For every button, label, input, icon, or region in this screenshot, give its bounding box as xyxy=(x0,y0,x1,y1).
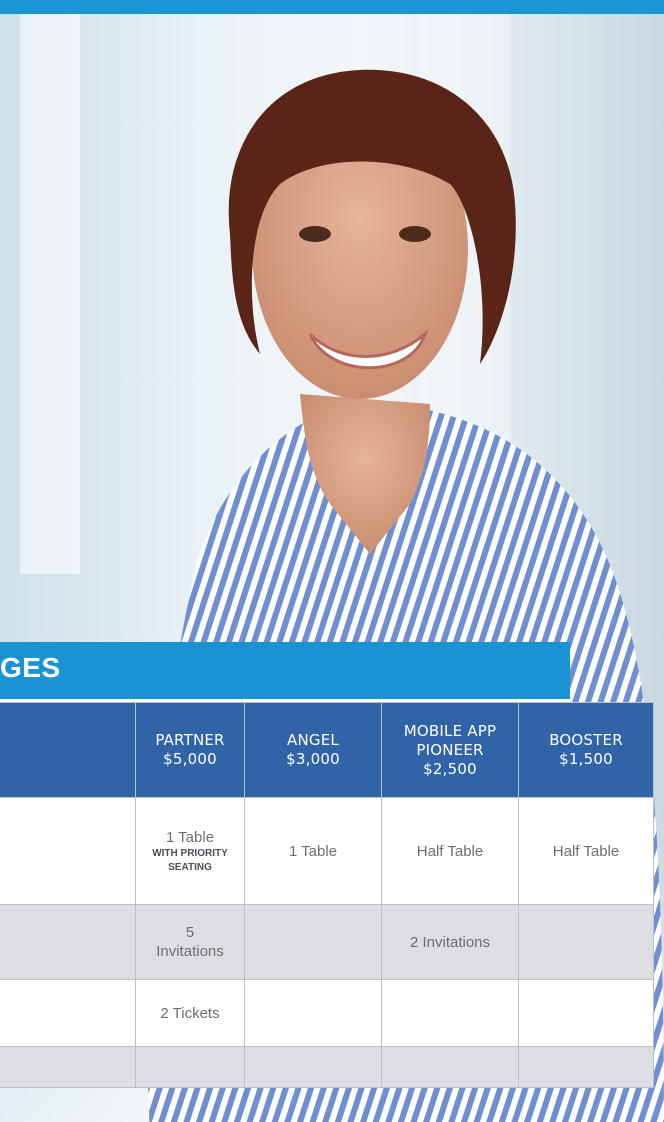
table-cell: 2 Invitations xyxy=(381,904,519,980)
table-cell: Half Table xyxy=(381,797,519,905)
table-cell: 2 Tickets xyxy=(135,979,245,1047)
table-row: 2 Tickets xyxy=(0,979,654,1047)
header-cell-partner: Partner $5,000 xyxy=(135,702,245,798)
header-cell-angel: Angel $3,000 xyxy=(244,702,382,798)
table-cell xyxy=(0,797,136,905)
table-cell xyxy=(244,1046,382,1088)
tier-price: $5,000 xyxy=(163,750,217,768)
cell-note: With priority seating xyxy=(152,847,228,873)
table-row: 5 Invitations 2 Invitations xyxy=(0,904,654,980)
table-cell: 1 Table xyxy=(244,797,382,905)
tier-name: Partner xyxy=(155,731,225,749)
top-accent-bar xyxy=(0,0,664,14)
cell-text: 1 Table xyxy=(165,828,215,846)
table-cell xyxy=(381,1046,519,1088)
table-cell xyxy=(0,979,136,1047)
table-cell: 5 Invitations xyxy=(135,904,245,980)
tier-name: Booster xyxy=(549,731,623,749)
table-row: 1 Table With priority seating 1 Table Ha… xyxy=(0,797,654,905)
table-cell xyxy=(135,1046,245,1088)
tier-price: $1,500 xyxy=(559,750,613,768)
table-cell xyxy=(381,979,519,1047)
table-cell xyxy=(0,904,136,980)
sponsorship-packages-table: Partner $5,000 Angel $3,000 Mobile App P… xyxy=(0,702,654,1088)
header-cell-mobile-app-pioneer: Mobile App Pioneer $2,500 xyxy=(381,702,519,798)
section-title: GES xyxy=(0,652,61,683)
table-cell xyxy=(244,979,382,1047)
tier-price: $3,000 xyxy=(286,750,340,768)
table-cell xyxy=(244,904,382,980)
table-cell xyxy=(518,979,654,1047)
table-cell xyxy=(0,1046,136,1088)
table-header-row: Partner $5,000 Angel $3,000 Mobile App P… xyxy=(0,702,654,798)
table-cell: 1 Table With priority seating xyxy=(135,797,245,905)
table-row xyxy=(0,1046,654,1088)
tier-price: $2,500 xyxy=(423,759,477,778)
table-cell: Half Table xyxy=(518,797,654,905)
table-cell xyxy=(518,904,654,980)
header-cell-booster: Booster $1,500 xyxy=(518,702,654,798)
tier-name: Angel xyxy=(287,731,339,749)
section-band: GES xyxy=(0,642,570,701)
tier-name: Mobile App Pioneer xyxy=(403,721,497,759)
header-cell-stub xyxy=(0,702,136,798)
table-cell xyxy=(518,1046,654,1088)
